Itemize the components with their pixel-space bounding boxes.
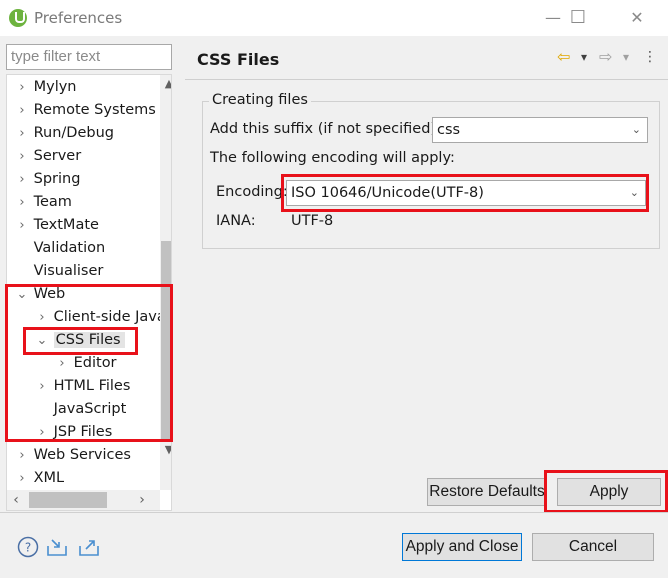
tree-item-remote-systems[interactable]: › Remote Systems: [15, 99, 155, 122]
chevron-right-icon[interactable]: ›: [15, 214, 29, 237]
tree-item-xml[interactable]: › XML: [15, 467, 64, 490]
cancel-button[interactable]: Cancel: [532, 533, 654, 561]
tree-item-textmate[interactable]: › TextMate: [15, 214, 99, 237]
chevron-right-icon[interactable]: ›: [15, 467, 29, 490]
tree-item-javascript[interactable]: JavaScript: [35, 398, 127, 421]
export-preferences-icon[interactable]: [78, 536, 100, 558]
tree-item-editor[interactable]: › Editor: [55, 352, 116, 375]
import-preferences-icon[interactable]: [46, 536, 68, 558]
maximize-button[interactable]: ☐: [555, 0, 601, 36]
chevron-right-icon[interactable]: ›: [35, 306, 49, 329]
preferences-tree: › Mylyn › Remote Systems › Run/Debug › S…: [6, 74, 172, 511]
chevron-down-icon: ⌄: [631, 123, 641, 136]
chevron-right-icon[interactable]: ›: [15, 76, 29, 99]
tree-item-jsp-files[interactable]: › JSP Files: [35, 421, 112, 444]
restore-defaults-button[interactable]: Restore Defaults: [427, 478, 547, 506]
chevron-down-icon[interactable]: ⌄: [35, 329, 49, 352]
tree-item-spring[interactable]: › Spring: [15, 168, 80, 191]
chevron-right-icon[interactable]: ›: [35, 421, 49, 444]
chevron-right-icon[interactable]: ›: [15, 99, 29, 122]
svg-text:?: ?: [25, 541, 31, 555]
filter-input[interactable]: type filter text: [6, 44, 172, 70]
page-title: CSS Files: [197, 50, 280, 69]
help-icon[interactable]: ?: [17, 536, 39, 558]
suffix-select[interactable]: css ⌄: [432, 117, 648, 143]
scroll-left-icon[interactable]: ‹: [7, 490, 25, 510]
apply-and-close-button[interactable]: Apply and Close: [402, 533, 522, 561]
chevron-down-icon: ⌄: [629, 186, 639, 199]
chevron-down-icon[interactable]: ⌄: [15, 283, 29, 306]
group-title: Creating files: [209, 92, 311, 108]
tree-item-server[interactable]: › Server: [15, 145, 81, 168]
iana-label: IANA:: [216, 213, 256, 229]
window-title: Preferences: [34, 9, 123, 27]
tree-item-team[interactable]: › Team: [15, 191, 72, 214]
encoding-note: The following encoding will apply:: [210, 150, 455, 166]
spring-logo-icon: [9, 9, 27, 27]
chevron-right-icon[interactable]: ›: [15, 444, 29, 467]
apply-button[interactable]: Apply: [557, 478, 661, 506]
tree-item-mylyn[interactable]: › Mylyn: [15, 76, 76, 99]
encoding-label: Encoding:: [216, 184, 288, 200]
horizontal-scroll-thumb[interactable]: [29, 492, 107, 508]
tree-item-client-side-javascript[interactable]: › Client-side JavaScript: [35, 306, 171, 329]
close-button[interactable]: ✕: [614, 0, 660, 36]
encoding-select[interactable]: ISO 10646/Unicode(UTF-8) ⌄: [286, 180, 646, 206]
footer-divider: [0, 512, 668, 513]
tree-vertical-scrollbar[interactable]: ▲ ▼: [160, 75, 171, 490]
suffix-label: Add this suffix (if not specified):: [210, 121, 441, 137]
scroll-down-icon[interactable]: ▼: [160, 441, 171, 459]
chevron-right-icon[interactable]: ›: [15, 168, 29, 191]
chevron-right-icon[interactable]: ›: [15, 191, 29, 214]
title-bar: Preferences — ☐ ✕: [0, 0, 668, 36]
scroll-right-icon[interactable]: ›: [133, 490, 151, 510]
tree-item-web[interactable]: ⌄ Web: [15, 283, 66, 306]
scroll-up-icon[interactable]: ▲: [160, 75, 171, 93]
page-header: CSS Files ⇦ ▾ ⇨ ▾ ⋮: [185, 38, 668, 80]
chevron-right-icon[interactable]: ›: [15, 122, 29, 145]
tree-item-run-debug[interactable]: › Run/Debug: [15, 122, 114, 145]
tree-item-visualiser[interactable]: Visualiser: [15, 260, 104, 283]
tree-item-validation[interactable]: Validation: [15, 237, 106, 260]
tree-item-css-files[interactable]: ⌄ CSS Files: [35, 329, 125, 352]
forward-dropdown-icon[interactable]: ▾: [623, 50, 629, 64]
tree-item-web-services[interactable]: › Web Services: [15, 444, 131, 467]
back-dropdown-icon[interactable]: ▾: [581, 50, 587, 64]
chevron-right-icon[interactable]: ›: [15, 145, 29, 168]
chevron-right-icon[interactable]: ›: [35, 375, 49, 398]
forward-arrow-icon[interactable]: ⇨: [599, 47, 612, 66]
view-menu-icon[interactable]: ⋮: [643, 49, 657, 65]
tree-item-html-files[interactable]: › HTML Files: [35, 375, 130, 398]
back-arrow-icon[interactable]: ⇦: [557, 47, 570, 66]
vertical-scroll-thumb[interactable]: [161, 241, 171, 441]
iana-value: UTF-8: [291, 213, 334, 229]
tree-horizontal-scrollbar[interactable]: ‹ ›: [7, 490, 160, 510]
page-content: Creating files Add this suffix (if not s…: [185, 81, 668, 511]
chevron-right-icon[interactable]: ›: [55, 352, 69, 375]
